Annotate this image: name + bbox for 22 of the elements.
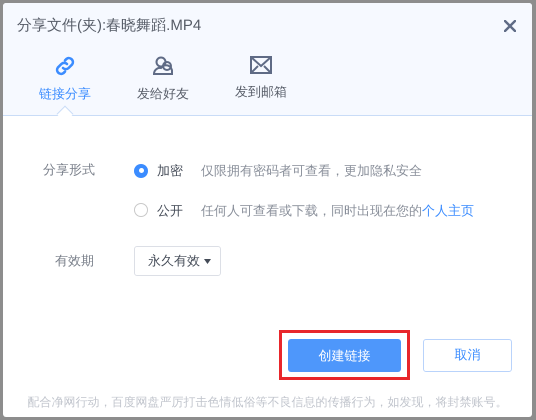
share-tab[interactable]: 链接分享 [23, 54, 107, 103]
validity-dropdown[interactable]: 永久有效 [134, 246, 221, 276]
option-label: 加密 [157, 162, 184, 180]
close-button[interactable] [502, 18, 518, 34]
field-label: 有效期 [54, 252, 95, 270]
share-tab[interactable]: 发到邮箱 [219, 54, 303, 103]
radio-button[interactable] [134, 203, 148, 218]
people-icon [151, 54, 175, 78]
field-label: 分享形式 [43, 161, 96, 179]
profile-link[interactable]: 个人主页 [422, 202, 474, 218]
option-description: 仅限拥有密码者可查看，更加隐私安全 [201, 162, 422, 180]
caret-icon [204, 258, 211, 264]
close-icon [504, 20, 516, 32]
cancel-button[interactable]: 取消 [423, 338, 512, 372]
option-label: 公开 [157, 202, 184, 220]
dialog-title: 分享文件(夹):春晓舞蹈.MP4 [17, 16, 202, 36]
envelope-icon [249, 54, 273, 76]
create-link-button[interactable]: 创建链接 [288, 339, 401, 372]
radio-button[interactable] [134, 164, 148, 178]
share-tab[interactable]: 发给好友 [121, 54, 205, 103]
notice-text: 配合净网行动，百度网盘严厉打击色情低俗等不良信息的传播行为，如发现，将封禁账号。 [28, 394, 508, 411]
option-description: 任何人可查看或下载，同时出现在您的个人主页 [201, 202, 474, 220]
